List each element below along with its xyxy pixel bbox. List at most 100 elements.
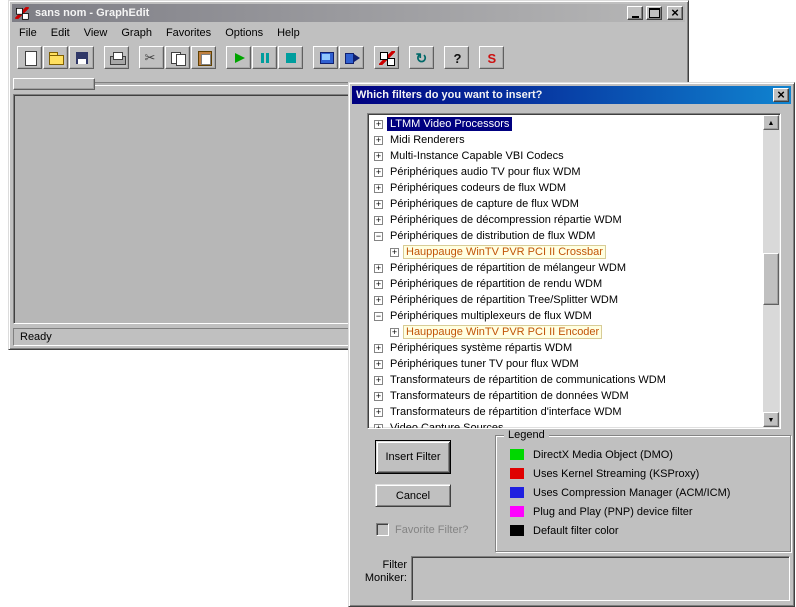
- tree-item-label[interactable]: Périphériques de répartition de rendu WD…: [387, 277, 605, 291]
- tree-scrollbar[interactable]: ▲ ▼: [763, 115, 779, 427]
- render-url-button[interactable]: [339, 46, 364, 69]
- toolbar-separator: [217, 57, 225, 58]
- legend-label: DirectX Media Object (DMO): [533, 449, 673, 461]
- tree-item-label[interactable]: Transformateurs de répartition de commun…: [387, 373, 669, 387]
- stop-button[interactable]: [278, 46, 303, 69]
- legend-color-swatch: [510, 506, 524, 517]
- save-button[interactable]: [69, 46, 94, 69]
- tree-item-label[interactable]: Transformateurs de répartition de donnée…: [387, 389, 632, 403]
- expand-icon[interactable]: +: [374, 280, 383, 289]
- expand-icon[interactable]: +: [374, 424, 383, 430]
- tree-item-label[interactable]: Multi-Instance Capable VBI Codecs: [387, 149, 567, 163]
- tree-item-label[interactable]: Périphériques multiplexeurs de flux WDM: [387, 309, 595, 323]
- tree-item-label[interactable]: Périphériques de capture de flux WDM: [387, 197, 582, 211]
- tree-item-label[interactable]: Transformateurs de répartition d'interfa…: [387, 405, 625, 419]
- menu-help[interactable]: Help: [270, 25, 307, 41]
- dialog-titlebar[interactable]: Which filters do you want to insert?: [352, 86, 791, 104]
- stats-icon: [484, 51, 500, 65]
- menu-bar: FileEditViewGraphFavoritesOptionsHelp: [12, 23, 685, 42]
- desktop: sans nom - GraphEdit FileEditViewGraphFa…: [0, 0, 796, 607]
- favorite-filter-checkbox[interactable]: [376, 523, 389, 536]
- expand-icon[interactable]: +: [374, 376, 383, 385]
- menu-options[interactable]: Options: [218, 25, 270, 41]
- expand-icon[interactable]: +: [374, 216, 383, 225]
- minimize-icon[interactable]: [627, 6, 643, 20]
- scroll-down-icon[interactable]: ▼: [763, 412, 779, 427]
- main-titlebar[interactable]: sans nom - GraphEdit: [12, 4, 685, 22]
- seek-slider-thumb[interactable]: [13, 78, 95, 90]
- collapse-icon[interactable]: −: [374, 312, 383, 321]
- pause-icon: [257, 51, 273, 65]
- tree-item: + Transformateurs de répartition d'interf…: [368, 404, 762, 420]
- tree-item-label[interactable]: Périphériques tuner TV pour flux WDM: [387, 357, 582, 371]
- tree-item-label[interactable]: Video Capture Sources: [387, 421, 507, 429]
- tree-item-label[interactable]: Périphériques de distribution de flux WD…: [387, 229, 598, 243]
- filter-tree[interactable]: + LTMM Video Processors + Midi Renderers + Mu…: [367, 113, 781, 429]
- cancel-button[interactable]: Cancel: [375, 484, 451, 507]
- menu-edit[interactable]: Edit: [44, 25, 77, 41]
- maximize-icon[interactable]: [646, 6, 662, 20]
- expand-icon[interactable]: +: [374, 344, 383, 353]
- paste-button[interactable]: [191, 46, 216, 69]
- insert-filters-dialog: Which filters do you want to insert? + LT…: [348, 82, 795, 607]
- dialog-close-icon[interactable]: [773, 88, 789, 102]
- pause-button[interactable]: [252, 46, 277, 69]
- menu-file[interactable]: File: [12, 25, 44, 41]
- tree-item: + Périphériques audio TV pour flux WDM: [368, 164, 762, 180]
- scrollbar-thumb[interactable]: [763, 253, 779, 305]
- toolbar-separator: [400, 57, 408, 58]
- tree-item-label[interactable]: Périphériques de répartition Tree/Splitt…: [387, 293, 621, 307]
- expand-icon[interactable]: +: [374, 184, 383, 193]
- tree-item-label[interactable]: Midi Renderers: [387, 133, 468, 147]
- print-button[interactable]: [104, 46, 129, 69]
- expand-icon[interactable]: +: [374, 200, 383, 209]
- expand-icon[interactable]: +: [374, 120, 383, 129]
- open-button[interactable]: [43, 46, 68, 69]
- tree-item-label[interactable]: Périphériques de décompression répartie …: [387, 213, 625, 227]
- filter-moniker-field[interactable]: [411, 556, 790, 601]
- tree-item-label[interactable]: Périphériques système répartis WDM: [387, 341, 575, 355]
- expand-icon[interactable]: +: [390, 248, 399, 257]
- menu-graph[interactable]: Graph: [114, 25, 159, 41]
- menu-favorites[interactable]: Favorites: [159, 25, 218, 41]
- tree-item-label[interactable]: Hauppauge WinTV PVR PCI II Crossbar: [403, 245, 606, 259]
- help-icon: [449, 51, 465, 65]
- tree-item-label[interactable]: LTMM Video Processors: [387, 117, 512, 131]
- stats-button[interactable]: [479, 46, 504, 69]
- paste-icon: [196, 51, 212, 65]
- tree-item-label[interactable]: Hauppauge WinTV PVR PCI II Encoder: [403, 325, 602, 339]
- expand-icon[interactable]: +: [374, 168, 383, 177]
- expand-icon[interactable]: +: [374, 152, 383, 161]
- tree-item-label[interactable]: Périphériques codeurs de flux WDM: [387, 181, 569, 195]
- copy-button[interactable]: [165, 46, 190, 69]
- legend-item: Default filter color: [510, 525, 784, 536]
- expand-icon[interactable]: +: [374, 392, 383, 401]
- expand-icon[interactable]: +: [374, 136, 383, 145]
- menu-view[interactable]: View: [77, 25, 115, 41]
- cut-button[interactable]: [139, 46, 164, 69]
- help-button[interactable]: [444, 46, 469, 69]
- refresh-button[interactable]: [409, 46, 434, 69]
- collapse-icon[interactable]: −: [374, 232, 383, 241]
- tree-item: −Périphériques de distribution de flux W…: [368, 228, 762, 244]
- expand-icon[interactable]: +: [374, 296, 383, 305]
- expand-icon[interactable]: +: [374, 264, 383, 273]
- new-document-button[interactable]: [17, 46, 42, 69]
- render-media-file-button[interactable]: [313, 46, 338, 69]
- expand-icon[interactable]: +: [374, 360, 383, 369]
- filter-moniker-label-line1: Filter: [357, 559, 407, 572]
- close-icon[interactable]: [667, 6, 683, 20]
- expand-icon[interactable]: +: [390, 328, 399, 337]
- play-button[interactable]: [226, 46, 251, 69]
- main-window-title: sans nom - GraphEdit: [33, 7, 624, 19]
- toolbar-separator: [470, 57, 478, 58]
- insert-filters-button[interactable]: [374, 46, 399, 69]
- insert-filter-button[interactable]: Insert Filter: [375, 440, 451, 474]
- tree-item-label[interactable]: Périphériques de répartition de mélangeu…: [387, 261, 629, 275]
- toolbar-separator: [130, 57, 138, 58]
- refresh-icon: [414, 51, 430, 65]
- scroll-up-icon[interactable]: ▲: [763, 115, 779, 130]
- tree-item-label[interactable]: Périphériques audio TV pour flux WDM: [387, 165, 584, 179]
- expand-icon[interactable]: +: [374, 408, 383, 417]
- tree-item: + Périphériques tuner TV pour flux WDM: [368, 356, 762, 372]
